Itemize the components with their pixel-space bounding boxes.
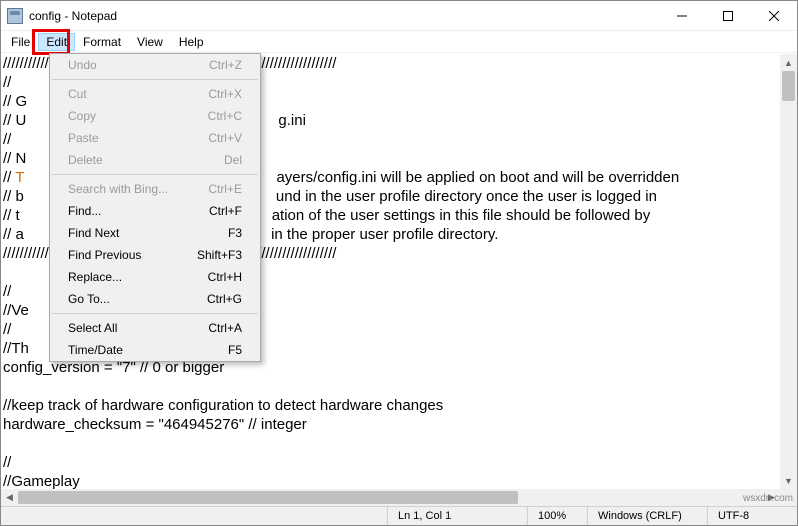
menu-cut[interactable]: CutCtrl+X: [50, 83, 260, 105]
maximize-button[interactable]: [705, 1, 751, 31]
menubar: File Edit Format View Help: [1, 31, 797, 53]
menu-find-previous[interactable]: Find PreviousShift+F3: [50, 244, 260, 266]
scroll-left-icon[interactable]: ◀: [1, 489, 18, 506]
separator: [52, 174, 258, 175]
separator: [52, 313, 258, 314]
scroll-up-icon[interactable]: ▲: [780, 54, 797, 71]
menu-file[interactable]: File: [3, 33, 38, 51]
watermark: wsxdn.com: [743, 493, 793, 504]
scroll-down-icon[interactable]: ▼: [780, 472, 797, 489]
vertical-scrollbar[interactable]: ▲ ▼: [780, 54, 797, 489]
menu-search-bing[interactable]: Search with Bing...Ctrl+E: [50, 178, 260, 200]
statusbar: Ln 1, Col 1 100% Windows (CRLF) UTF-8: [1, 506, 797, 525]
status-encoding: UTF-8: [707, 507, 797, 525]
menu-undo[interactable]: UndoCtrl+Z: [50, 54, 260, 76]
menu-select-all[interactable]: Select AllCtrl+A: [50, 317, 260, 339]
titlebar: config - Notepad: [1, 1, 797, 31]
menu-goto[interactable]: Go To...Ctrl+G: [50, 288, 260, 310]
minimize-button[interactable]: [659, 1, 705, 31]
menu-paste[interactable]: PasteCtrl+V: [50, 127, 260, 149]
window-buttons: [659, 1, 797, 31]
menu-edit[interactable]: Edit: [38, 33, 75, 51]
app-icon: [7, 8, 23, 24]
menu-view[interactable]: View: [129, 33, 171, 51]
menu-delete[interactable]: DeleteDel: [50, 149, 260, 171]
menu-replace[interactable]: Replace...Ctrl+H: [50, 266, 260, 288]
horizontal-scrollbar[interactable]: ◀ ▶: [1, 489, 780, 506]
window-title: config - Notepad: [23, 9, 659, 23]
menu-copy[interactable]: CopyCtrl+C: [50, 105, 260, 127]
separator: [52, 79, 258, 80]
edit-dropdown: UndoCtrl+Z CutCtrl+X CopyCtrl+C PasteCtr…: [49, 53, 261, 362]
status-position: Ln 1, Col 1: [387, 507, 527, 525]
scroll-thumb-v[interactable]: [782, 71, 795, 101]
menu-format[interactable]: Format: [75, 33, 129, 51]
close-button[interactable]: [751, 1, 797, 31]
menu-find[interactable]: Find...Ctrl+F: [50, 200, 260, 222]
menu-help[interactable]: Help: [171, 33, 212, 51]
menu-find-next[interactable]: Find NextF3: [50, 222, 260, 244]
status-line-ending: Windows (CRLF): [587, 507, 707, 525]
scroll-thumb-h[interactable]: [18, 491, 518, 504]
menu-time-date[interactable]: Time/DateF5: [50, 339, 260, 361]
status-zoom: 100%: [527, 507, 587, 525]
